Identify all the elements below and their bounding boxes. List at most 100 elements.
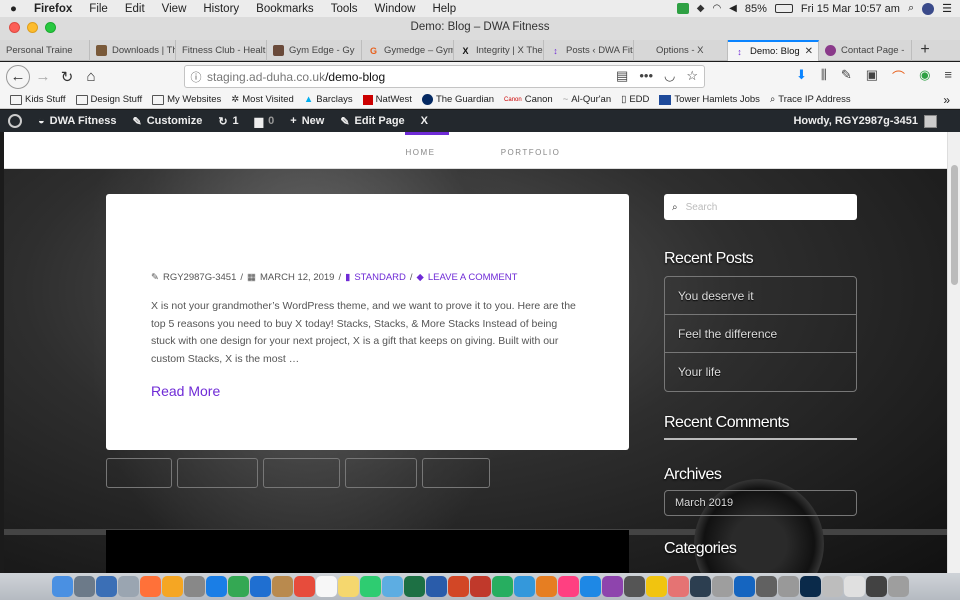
dock-app-icon[interactable] bbox=[755, 576, 777, 597]
close-tab-icon[interactable]: ✕ bbox=[805, 46, 813, 57]
wp-account-menu[interactable]: Howdy, RGY2987g-3451 bbox=[793, 110, 937, 132]
dock-app-icon[interactable] bbox=[667, 576, 689, 597]
tab-downloads[interactable]: Downloads | Th bbox=[90, 40, 176, 61]
account-icon[interactable]: ◉ bbox=[919, 67, 930, 86]
bookmark-natwest[interactable]: NatWest bbox=[362, 94, 412, 105]
bookmark-design-stuff[interactable]: Design Stuff bbox=[75, 94, 142, 105]
library-icon[interactable]: ⫼ bbox=[821, 67, 827, 86]
wp-customize[interactable]: ✎ Customize bbox=[124, 110, 210, 132]
bookmark-barclays[interactable]: ▲ Barclays bbox=[304, 94, 353, 105]
bookmark-trace-ip[interactable]: ⌕ Trace IP Address bbox=[770, 94, 851, 105]
menu-file[interactable]: File bbox=[89, 3, 108, 15]
tab-options-x[interactable]: Options - X bbox=[634, 40, 728, 61]
dock-app-icon[interactable] bbox=[73, 576, 95, 597]
dock-app-icon[interactable] bbox=[51, 576, 73, 597]
sidebar-icon[interactable]: ▣ bbox=[866, 67, 878, 86]
dock-app-icon[interactable] bbox=[579, 576, 601, 597]
tab-personal-trainer[interactable]: Personal Traine bbox=[0, 40, 90, 61]
dropbox-icon[interactable]: ◆ bbox=[697, 3, 705, 14]
dock-app-icon[interactable] bbox=[337, 576, 359, 597]
dock-app-icon[interactable] bbox=[139, 576, 161, 597]
bookmark-most-visited[interactable]: ✲ Most Visited bbox=[231, 94, 294, 105]
tab-integrity-x[interactable]: X Integrity | X The bbox=[454, 40, 544, 61]
bookmark-kids-stuff[interactable]: Kids Stuff bbox=[10, 94, 66, 105]
dock-app-icon[interactable] bbox=[645, 576, 667, 597]
forward-button[interactable]: → bbox=[31, 65, 55, 89]
pocket-icon[interactable]: ◡ bbox=[664, 68, 675, 84]
dock-app-icon[interactable] bbox=[865, 576, 887, 597]
page-scrollbar[interactable] bbox=[947, 132, 960, 573]
menu-history[interactable]: History bbox=[203, 3, 239, 15]
dock-app-icon[interactable] bbox=[623, 576, 645, 597]
dock-app-icon[interactable] bbox=[535, 576, 557, 597]
dock-app-icon[interactable] bbox=[777, 576, 799, 597]
recent-post-link[interactable]: Feel the difference bbox=[665, 315, 856, 353]
hamburger-menu-icon[interactable]: ≡ bbox=[944, 67, 952, 86]
dock-app-icon[interactable] bbox=[227, 576, 249, 597]
menu-tools[interactable]: Tools bbox=[331, 3, 358, 15]
back-button[interactable]: ← bbox=[6, 64, 30, 89]
spotlight-icon[interactable]: ⌕ bbox=[908, 2, 914, 15]
dock-app-icon[interactable] bbox=[711, 576, 733, 597]
recent-post-link[interactable]: You deserve it bbox=[665, 277, 856, 315]
bookmark-al-quran[interactable]: ~ Al-Qur'an bbox=[563, 94, 611, 105]
dock-app-icon[interactable] bbox=[469, 576, 491, 597]
tab-gym-edge[interactable]: Gym Edge - Gy bbox=[267, 40, 362, 61]
dock-app-icon[interactable] bbox=[843, 576, 865, 597]
dock-app-icon[interactable] bbox=[601, 576, 623, 597]
wp-comments[interactable]: ▆ 0 bbox=[247, 110, 283, 132]
user-avatar-icon[interactable] bbox=[922, 2, 935, 15]
dock-app-icon[interactable] bbox=[557, 576, 579, 597]
site-info-icon[interactable]: ⓘ bbox=[185, 69, 207, 85]
dock-app-icon[interactable] bbox=[315, 576, 337, 597]
menu-help[interactable]: Help bbox=[432, 3, 456, 15]
reader-view-icon[interactable]: ▤ bbox=[616, 68, 628, 84]
bookmark-my-websites[interactable]: My Websites bbox=[152, 94, 221, 105]
dock-app-icon[interactable] bbox=[513, 576, 535, 597]
wp-new[interactable]: + New bbox=[282, 110, 332, 132]
search-input[interactable]: ⌕ Search bbox=[664, 194, 857, 220]
tab-demo-blog[interactable]: ↕ Demo: Blog ✕ bbox=[728, 40, 819, 61]
dock-app-icon[interactable] bbox=[117, 576, 139, 597]
menu-window[interactable]: Window bbox=[375, 3, 416, 15]
scrollbar-thumb[interactable] bbox=[951, 165, 958, 285]
post-author[interactable]: RGY2987G-3451 bbox=[163, 272, 236, 283]
url-bar[interactable]: ⓘ staging.ad-duha.co.uk/demo-blog ▤ ••• … bbox=[184, 65, 705, 88]
status-green-icon[interactable] bbox=[676, 3, 689, 14]
wp-edit-page[interactable]: ✎ Edit Page bbox=[332, 110, 412, 132]
bookmark-star-icon[interactable]: ☆ bbox=[686, 68, 698, 84]
tab-gymedge[interactable]: G Gymedge – Gym bbox=[362, 40, 454, 61]
wp-updates[interactable]: ↻ 1 bbox=[210, 110, 246, 132]
new-tab-button[interactable]: + bbox=[912, 40, 938, 60]
app-menu-firefox[interactable]: Firefox bbox=[34, 3, 72, 15]
dock-app-icon[interactable] bbox=[403, 576, 425, 597]
menu-view[interactable]: View bbox=[162, 3, 187, 15]
nav-link-home[interactable]: HOME bbox=[391, 132, 451, 168]
bookmark-edd[interactable]: ▯ EDD bbox=[621, 94, 649, 105]
archive-link[interactable]: March 2019 bbox=[664, 490, 857, 516]
dock-app-icon[interactable] bbox=[381, 576, 403, 597]
dock-app-icon[interactable] bbox=[293, 576, 315, 597]
dock-app-icon[interactable] bbox=[733, 576, 755, 597]
reload-button[interactable]: ↻ bbox=[55, 65, 79, 89]
notification-center-icon[interactable]: ☰ bbox=[942, 2, 952, 15]
post-format-link[interactable]: STANDARD bbox=[354, 272, 406, 283]
nav-link-portfolio[interactable]: PORTFOLIO bbox=[501, 132, 561, 168]
dock-app-icon[interactable] bbox=[799, 576, 821, 597]
dock-app-icon[interactable] bbox=[205, 576, 227, 597]
clock[interactable]: Fri 15 Mar 10:57 am bbox=[801, 3, 900, 15]
bookmarks-overflow-icon[interactable]: » bbox=[943, 93, 950, 107]
dock-app-icon[interactable] bbox=[689, 576, 711, 597]
wp-x-menu[interactable]: X bbox=[413, 110, 436, 132]
wp-logo-menu[interactable] bbox=[0, 110, 30, 132]
menu-edit[interactable]: Edit bbox=[125, 3, 145, 15]
bookmark-guardian[interactable]: The Guardian bbox=[421, 94, 494, 105]
recent-post-link[interactable]: Your life bbox=[665, 353, 856, 391]
dock-app-icon[interactable] bbox=[271, 576, 293, 597]
dock-app-icon[interactable] bbox=[491, 576, 513, 597]
read-more-link[interactable]: Read More bbox=[151, 383, 220, 399]
leave-comment-link[interactable]: LEAVE A COMMENT bbox=[428, 272, 518, 283]
tab-posts-dwa[interactable]: ↕ Posts ‹ DWA Fit bbox=[544, 40, 634, 61]
dock-app-icon[interactable] bbox=[161, 576, 183, 597]
dock-app-icon[interactable] bbox=[183, 576, 205, 597]
